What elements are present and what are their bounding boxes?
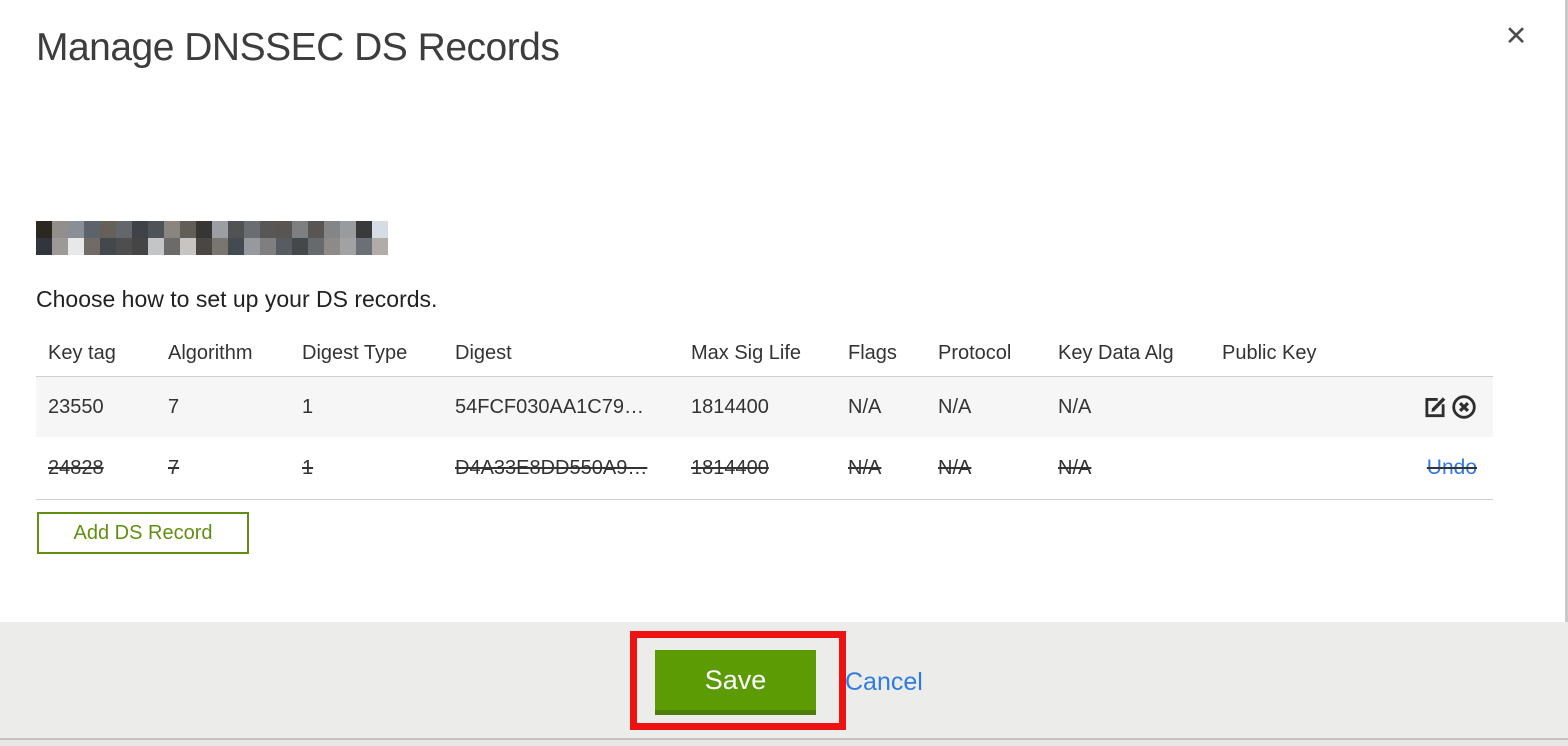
column-header-protocol: Protocol xyxy=(938,341,1012,364)
cell-digest: 54FCF030AA1C79… xyxy=(455,395,644,418)
delete-record-icon[interactable] xyxy=(1451,394,1477,420)
cell-algorithm: 7 xyxy=(168,456,180,479)
cell-max-sig-life: 1814400 xyxy=(691,395,769,418)
save-button[interactable]: Save xyxy=(655,650,816,715)
row-actions: Undo xyxy=(1400,456,1493,480)
add-ds-record-button[interactable]: Add DS Record xyxy=(37,512,249,554)
cell-flags: N/A xyxy=(848,395,882,418)
table-header: Key tag Algorithm Digest Type Digest Max… xyxy=(36,330,1493,376)
cell-key-tag: 24828 xyxy=(48,456,104,479)
cell-digest-type: 1 xyxy=(302,395,314,418)
cell-max-sig-life: 1814400 xyxy=(691,456,769,479)
column-header-digest-type: Digest Type xyxy=(302,341,408,364)
column-header-digest: Digest xyxy=(455,341,512,364)
cell-digest-type: 1 xyxy=(302,456,314,479)
cell-digest: D4A33E8DD550A9… xyxy=(455,456,648,479)
cell-key-tag: 23550 xyxy=(48,395,104,418)
edit-record-icon[interactable] xyxy=(1422,394,1448,420)
undo-link[interactable]: Undo xyxy=(1427,456,1477,480)
cell-flags: N/A xyxy=(848,456,882,479)
column-header-key-tag: Key tag xyxy=(48,341,116,364)
cell-protocol: N/A xyxy=(938,456,972,479)
cell-key-data-alg: N/A xyxy=(1058,395,1092,418)
dnssec-modal: Manage DNSSEC DS Records ✕ Choose how to… xyxy=(0,0,1568,746)
row-actions xyxy=(1400,394,1493,420)
cell-key-data-alg: N/A xyxy=(1058,456,1092,479)
redacted-domain xyxy=(36,221,388,255)
cell-protocol: N/A xyxy=(938,395,972,418)
instruction-text: Choose how to set up your DS records. xyxy=(36,286,438,312)
ds-records-table: Key tag Algorithm Digest Type Digest Max… xyxy=(36,330,1493,500)
table-row: 23550 7 1 54FCF030AA1C79… 1814400 N/A N/… xyxy=(36,376,1493,437)
column-header-algorithm: Algorithm xyxy=(168,341,253,364)
modal-bottom-edge xyxy=(0,738,1568,746)
table-row: 24828 7 1 D4A33E8DD550A9… 1814400 N/A N/… xyxy=(36,437,1493,500)
column-header-max-sig-life: Max Sig Life xyxy=(691,341,802,364)
cancel-link[interactable]: Cancel xyxy=(845,668,923,697)
column-header-key-data-alg: Key Data Alg xyxy=(1058,341,1174,364)
column-header-flags: Flags xyxy=(848,341,897,364)
column-header-public-key: Public Key xyxy=(1222,341,1317,364)
page-title: Manage DNSSEC DS Records xyxy=(36,26,560,69)
cell-algorithm: 7 xyxy=(168,395,180,418)
close-icon[interactable]: ✕ xyxy=(1498,18,1534,54)
